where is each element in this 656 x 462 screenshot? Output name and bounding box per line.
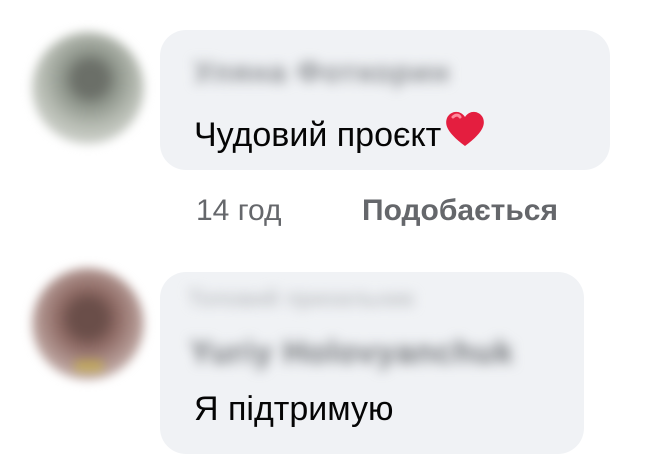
comment-timestamp[interactable]: 14 год [196,194,282,228]
comment-text: Чудовий проєкт [194,108,487,155]
avatar[interactable] [32,268,144,380]
comment-author-name[interactable]: Yuriy Holovyanchuk [190,334,514,371]
avatar[interactable] [32,32,144,144]
heart-icon [446,111,485,146]
comment-bubble: Уляна Фоткорин Чудовий проєкт [160,30,610,170]
comment-text: Я підтримую [194,390,394,428]
like-button[interactable]: Подобається [362,194,558,228]
comment-text-content: Чудовий проєкт [194,116,442,154]
comment-bubble: Топовий прихильник Yuriy Holovyanchuk Я … [160,272,584,454]
comment-author-name[interactable]: Уляна Фоткорин [194,56,450,90]
top-fan-badge [74,360,104,372]
comment-author-badge: Топовий прихильник [188,286,415,311]
